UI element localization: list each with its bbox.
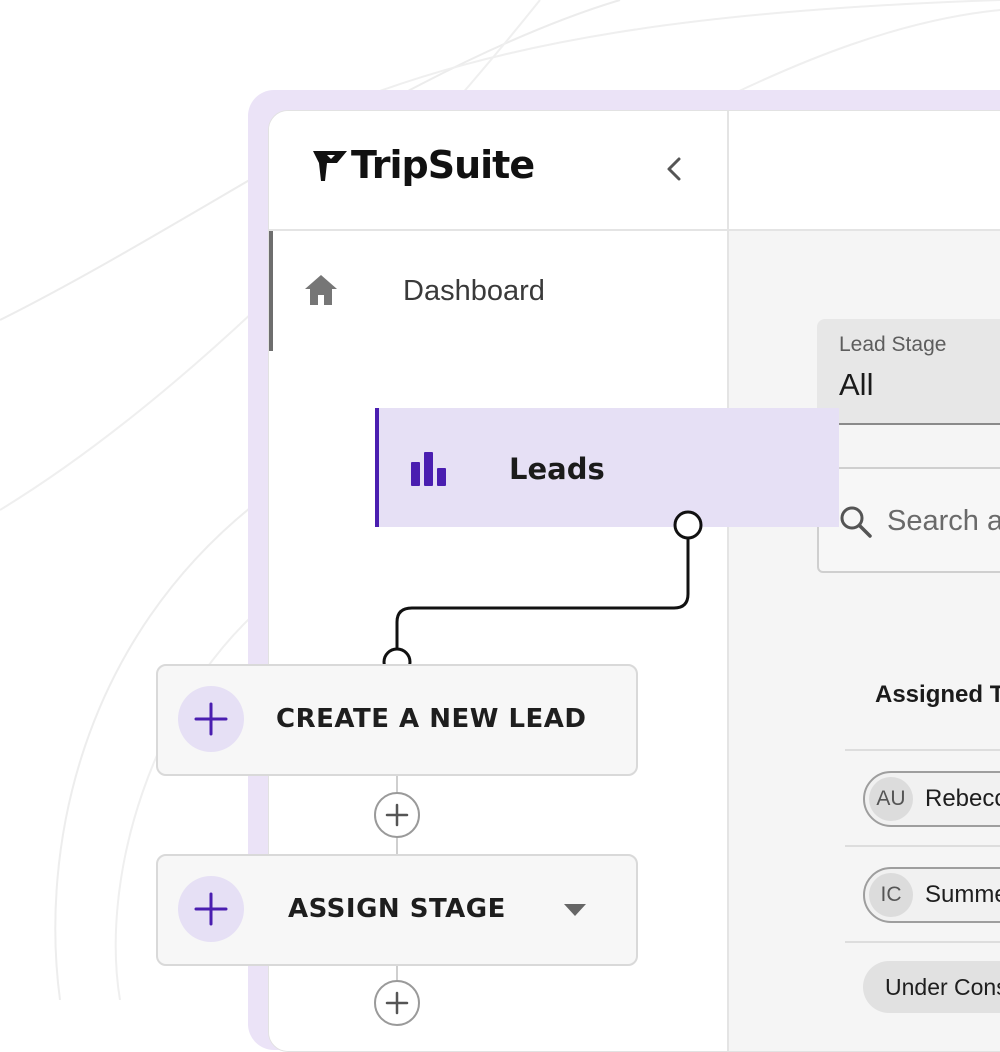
bar-chart-icon bbox=[411, 452, 446, 486]
tripsuite-logo-icon bbox=[313, 151, 347, 181]
workflow-step-assign-stage[interactable]: ASSIGN STAGE bbox=[156, 854, 638, 966]
status-badge[interactable]: Under Cons bbox=[863, 961, 1000, 1013]
row-divider bbox=[845, 941, 1000, 943]
assignee-name: Summe bbox=[925, 881, 1000, 908]
sidebar-item-leads[interactable]: Leads bbox=[375, 408, 839, 527]
search-input[interactable]: Search a bbox=[817, 467, 1000, 573]
insert-step-button[interactable] bbox=[374, 980, 420, 1026]
insert-step-button[interactable] bbox=[374, 792, 420, 838]
column-header-assigned[interactable]: Assigned T bbox=[875, 681, 1000, 709]
main-content: Lead Stage All Search a Assigned T AU Re… bbox=[729, 111, 1000, 1051]
search-placeholder: Search a bbox=[887, 505, 1000, 537]
caret-down-icon[interactable] bbox=[562, 902, 588, 918]
sidebar-item-label: Dashboard bbox=[403, 275, 545, 307]
lead-stage-label: Lead Stage bbox=[839, 333, 947, 356]
assignee-chip[interactable]: IC Summe bbox=[863, 867, 1000, 923]
home-icon bbox=[305, 275, 337, 305]
sidebar-item-dashboard[interactable]: Dashboard bbox=[273, 231, 725, 351]
avatar: IC bbox=[869, 873, 913, 917]
plus-icon bbox=[194, 892, 228, 926]
row-divider bbox=[845, 845, 1000, 847]
add-step-button[interactable] bbox=[178, 686, 244, 752]
plus-icon bbox=[194, 702, 228, 736]
workflow-step-create-lead[interactable]: CREATE A NEW LEAD bbox=[156, 664, 638, 776]
chevron-left-icon[interactable] bbox=[663, 155, 687, 183]
plus-icon bbox=[385, 991, 409, 1015]
brand-header: TripSuite bbox=[269, 111, 727, 231]
assignee-name: Rebecc bbox=[925, 785, 1000, 812]
lead-stage-value: All bbox=[839, 367, 874, 402]
add-step-button[interactable] bbox=[178, 876, 244, 942]
assignee-chip[interactable]: AU Rebecc bbox=[863, 771, 1000, 827]
plus-icon bbox=[385, 803, 409, 827]
workflow-step-label: ASSIGN STAGE bbox=[288, 894, 506, 924]
row-divider bbox=[845, 749, 1000, 751]
avatar: AU bbox=[869, 777, 913, 821]
sidebar-item-label: Leads bbox=[509, 452, 605, 486]
main-header bbox=[729, 111, 1000, 231]
search-icon bbox=[840, 506, 872, 538]
brand-name: TripSuite bbox=[351, 143, 535, 187]
workflow-step-label: CREATE A NEW LEAD bbox=[276, 704, 587, 734]
lead-stage-select[interactable]: Lead Stage All bbox=[817, 319, 1000, 425]
